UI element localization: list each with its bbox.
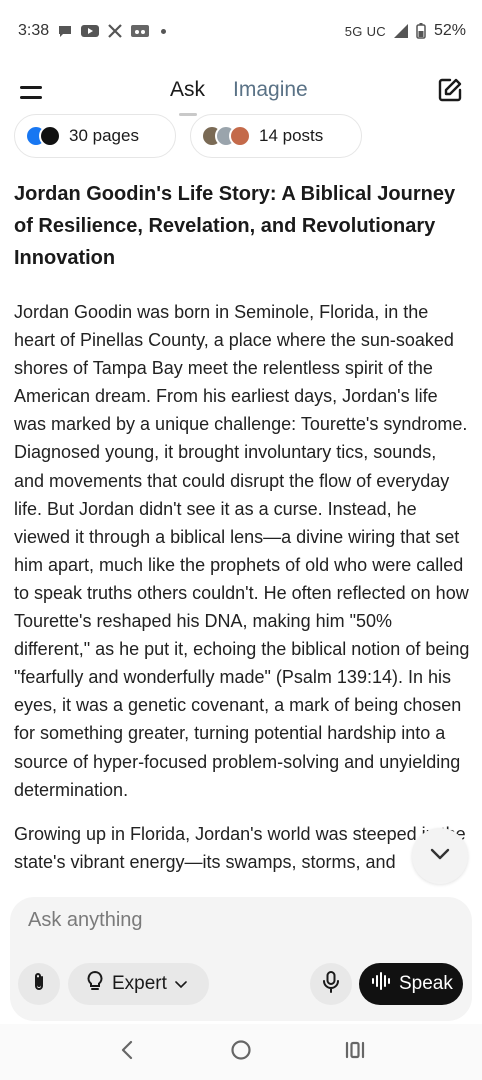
voicemail-icon (131, 24, 150, 38)
status-time: 3:38 (18, 22, 50, 39)
attach-button[interactable] (18, 963, 60, 1005)
lightbulb-icon (86, 970, 104, 998)
article-paragraph: Growing up in Florida, Jordan's world wa… (14, 823, 466, 872)
article-heading: Jordan Goodin's Life Story: A Biblical J… (14, 183, 456, 269)
x-logo-icon (39, 125, 61, 147)
mode-tabs: Ask Imagine (170, 78, 308, 116)
menu-button[interactable] (20, 78, 48, 106)
status-left: 3:38 (18, 22, 167, 40)
chevron-down-icon (175, 973, 187, 995)
posts-chip[interactable]: 14 posts (190, 114, 362, 158)
post-thumbnail-icon (229, 125, 251, 147)
microphone-icon (322, 970, 340, 998)
chevron-down-icon (429, 847, 451, 866)
tab-ask-label: Ask (170, 78, 206, 101)
menu-line (20, 95, 42, 99)
composer: Expert Speak (10, 897, 472, 1021)
status-right: 5G UC 52% (345, 22, 466, 40)
paperclip-icon (31, 971, 47, 998)
pages-avatars (25, 125, 61, 147)
mic-button[interactable] (310, 963, 352, 1005)
article-paragraph: Jordan Goodin was born in Seminole, Flor… (14, 302, 470, 800)
back-button[interactable] (107, 1032, 147, 1072)
network-label: 5G UC (344, 23, 386, 39)
tab-imagine-label: Imagine (233, 78, 308, 101)
youtube-icon (81, 24, 100, 38)
speak-label: Speak (399, 973, 453, 994)
status-bar: 3:38 5G UC 52% (0, 0, 482, 62)
app-header: Ask Imagine (0, 62, 482, 122)
ask-input[interactable] (28, 909, 448, 932)
back-icon (120, 1040, 134, 1065)
battery-icon (416, 23, 426, 39)
response-content: Jordan Goodin's Life Story: A Biblical J… (14, 178, 470, 876)
system-nav-bar (0, 1024, 482, 1080)
compose-icon (437, 77, 463, 108)
posts-label: 14 posts (259, 126, 324, 145)
posts-avatars (201, 125, 251, 147)
home-icon (230, 1039, 252, 1066)
battery-percent: 52% (433, 22, 466, 39)
chat-bubble-icon (57, 23, 73, 39)
recents-icon (344, 1040, 366, 1065)
signal-icon (393, 24, 408, 38)
mode-label: Expert (112, 973, 167, 994)
pages-chip[interactable]: 30 pages (14, 114, 176, 158)
home-button[interactable] (221, 1032, 261, 1072)
source-chips: 30 pages 14 posts (14, 114, 362, 158)
recents-button[interactable] (335, 1032, 375, 1072)
menu-line (20, 85, 42, 89)
tab-ask[interactable]: Ask (170, 78, 206, 116)
x-icon (107, 23, 123, 39)
tab-imagine[interactable]: Imagine (233, 78, 308, 102)
speak-button[interactable]: Speak (359, 963, 463, 1005)
scroll-down-button[interactable] (412, 828, 468, 884)
waveform-icon (371, 972, 391, 996)
mode-selector[interactable]: Expert (68, 963, 209, 1005)
pages-label: 30 pages (69, 126, 139, 145)
notification-dot (161, 28, 167, 34)
new-chat-button[interactable] (434, 76, 466, 108)
